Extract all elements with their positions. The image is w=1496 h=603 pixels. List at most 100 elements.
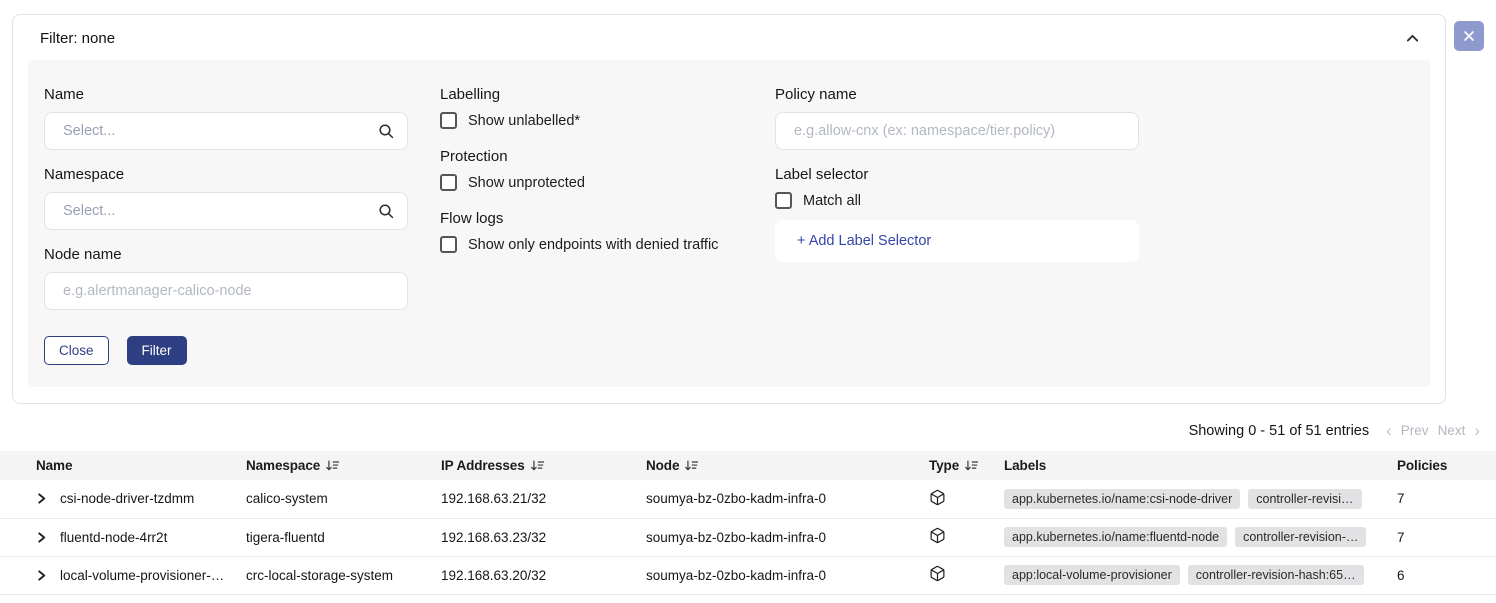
sort-icon[interactable] (964, 459, 978, 472)
filter-header: Filter: none (28, 25, 1430, 50)
cell-policies: 8 (1397, 594, 1496, 603)
cell-name: local-volume-provisioner-… (0, 556, 246, 594)
sort-icon[interactable] (530, 459, 544, 472)
filter-card: Filter: none Name Namespace (12, 14, 1446, 404)
cell-type (929, 556, 1004, 594)
show-unlabelled-checkbox[interactable]: Show unlabelled* (440, 112, 775, 129)
name-field-label: Name (44, 86, 440, 103)
entries-summary: Showing 0 - 51 of 51 entries (1189, 423, 1370, 439)
table-row: prometheus-calico-node-…tigera-prometheu… (0, 594, 1496, 603)
cell-ip-addresses: 192.168.63.20/32 (441, 556, 646, 594)
table-header-row: NameNamespace IP Addresses Node Type Labels P… (0, 451, 1496, 480)
next-page-button[interactable]: Next (1438, 423, 1466, 438)
chevron-left-icon[interactable]: ‹ (1386, 422, 1392, 439)
column-label: Policies (1397, 458, 1447, 473)
cell-type (929, 594, 1004, 603)
node-name-field (44, 272, 408, 310)
policy-name-field (775, 112, 1139, 150)
dismiss-panel-button[interactable] (1454, 21, 1484, 51)
checkbox-icon[interactable] (775, 192, 792, 209)
filter-title: Filter: none (40, 30, 115, 47)
cell-name: fluentd-node-4rr2t (0, 518, 246, 556)
close-icon (1462, 31, 1476, 46)
chevron-up-icon (1405, 34, 1420, 49)
filter-actions: Close Filter (44, 336, 440, 365)
cell-node: soumya-bz-0zbo-kadm-infra-0 (646, 518, 929, 556)
namespace-field-label: Namespace (44, 166, 440, 183)
column-header-policies: Policies (1397, 451, 1496, 480)
cell-ip-addresses: 192.168.63.24/32 (441, 594, 646, 603)
add-label-selector-button[interactable]: + Add Label Selector (775, 220, 1139, 262)
column-header-name: Name (0, 451, 246, 480)
filter-panel: Filter: none Name Namespace (12, 14, 1484, 404)
namespace-select-input[interactable] (44, 192, 408, 230)
cell-policies: 7 (1397, 480, 1496, 518)
cell-node: soumya-bz-0zbo-kadm-infra-0 (646, 594, 929, 603)
pod-icon (929, 489, 946, 506)
label-chip: controller-revision-… (1235, 527, 1366, 547)
cell-type (929, 518, 1004, 556)
show-unprotected-checkbox[interactable]: Show unprotected (440, 174, 775, 191)
pod-icon (929, 527, 946, 544)
pagination-bar: Showing 0 - 51 of 51 entries ‹ Prev Next… (0, 422, 1480, 439)
prev-page-button[interactable]: Prev (1401, 423, 1429, 438)
cell-labels: app.kubernetes.io/name:fluentd-node contr… (1004, 518, 1397, 556)
expand-row-chevron-icon[interactable] (36, 531, 47, 544)
protection-heading: Protection (440, 148, 775, 165)
cell-node: soumya-bz-0zbo-kadm-infra-0 (646, 480, 929, 518)
label-selector-heading: Label selector (775, 166, 1414, 183)
expand-row-chevron-icon[interactable] (36, 569, 47, 582)
cell-policies: 6 (1397, 556, 1496, 594)
cell-type (929, 480, 1004, 518)
column-header-namespace[interactable]: Namespace (246, 451, 441, 480)
policy-name-input[interactable] (775, 112, 1139, 150)
name-select-input[interactable] (44, 112, 408, 150)
column-header-node[interactable]: Node (646, 451, 929, 480)
cell-namespace: tigera-prometheus (246, 594, 441, 603)
label-chip: app:local-volume-provisioner (1004, 565, 1180, 585)
chevron-right-icon[interactable]: › (1474, 422, 1480, 439)
endpoint-name: csi-node-driver-tzdmm (60, 491, 194, 506)
filter-col-1: Name Namespace Node name (44, 86, 440, 365)
collapse-panel-button[interactable] (1401, 27, 1424, 50)
cell-name: csi-node-driver-tzdmm (0, 480, 246, 518)
cell-name: prometheus-calico-node-… (0, 594, 246, 603)
node-name-input[interactable] (44, 272, 408, 310)
column-label: Type (929, 458, 959, 473)
column-header-ip-addresses[interactable]: IP Addresses (441, 451, 646, 480)
sort-icon[interactable] (684, 459, 698, 472)
cell-policies: 7 (1397, 518, 1496, 556)
sort-icon[interactable] (325, 459, 339, 472)
name-select (44, 112, 408, 150)
checkbox-icon[interactable] (440, 236, 457, 253)
cell-namespace: calico-system (246, 480, 441, 518)
expand-row-chevron-icon[interactable] (36, 492, 47, 505)
search-icon (377, 202, 395, 220)
label-chip: controller-revisi… (1248, 489, 1361, 509)
filter-button[interactable]: Filter (127, 336, 187, 365)
endpoint-name: fluentd-node-4rr2t (60, 530, 167, 545)
table-row: fluentd-node-4rr2t tigera-fluentd192.168.… (0, 518, 1496, 556)
match-all-checkbox[interactable]: Match all (775, 192, 1414, 209)
column-label: IP Addresses (441, 458, 525, 473)
checkbox-icon[interactable] (440, 112, 457, 129)
column-label: Node (646, 458, 679, 473)
cell-namespace: crc-local-storage-system (246, 556, 441, 594)
cell-node: soumya-bz-0zbo-kadm-infra-0 (646, 556, 929, 594)
label-chip: app.kubernetes.io/name:csi-node-driver (1004, 489, 1240, 509)
policy-name-field-label: Policy name (775, 86, 1414, 103)
close-button[interactable]: Close (44, 336, 109, 365)
label-chip: controller-revision-hash:65… (1188, 565, 1364, 585)
cell-ip-addresses: 192.168.63.21/32 (441, 480, 646, 518)
table-row: csi-node-driver-tzdmm calico-system192.16… (0, 480, 1496, 518)
cell-labels: app.kubernetes.io/name:csi-node-driver co… (1004, 480, 1397, 518)
checkbox-icon[interactable] (440, 174, 457, 191)
filter-form: Name Namespace Node name (28, 60, 1430, 387)
column-label: Namespace (246, 458, 320, 473)
cell-namespace: tigera-fluentd (246, 518, 441, 556)
label-chip: app.kubernetes.io/name:fluentd-node (1004, 527, 1227, 547)
denied-traffic-checkbox[interactable]: Show only endpoints with denied traffic (440, 236, 775, 253)
cell-ip-addresses: 192.168.63.23/32 (441, 518, 646, 556)
column-header-type[interactable]: Type (929, 451, 1004, 480)
column-label: Labels (1004, 458, 1046, 473)
